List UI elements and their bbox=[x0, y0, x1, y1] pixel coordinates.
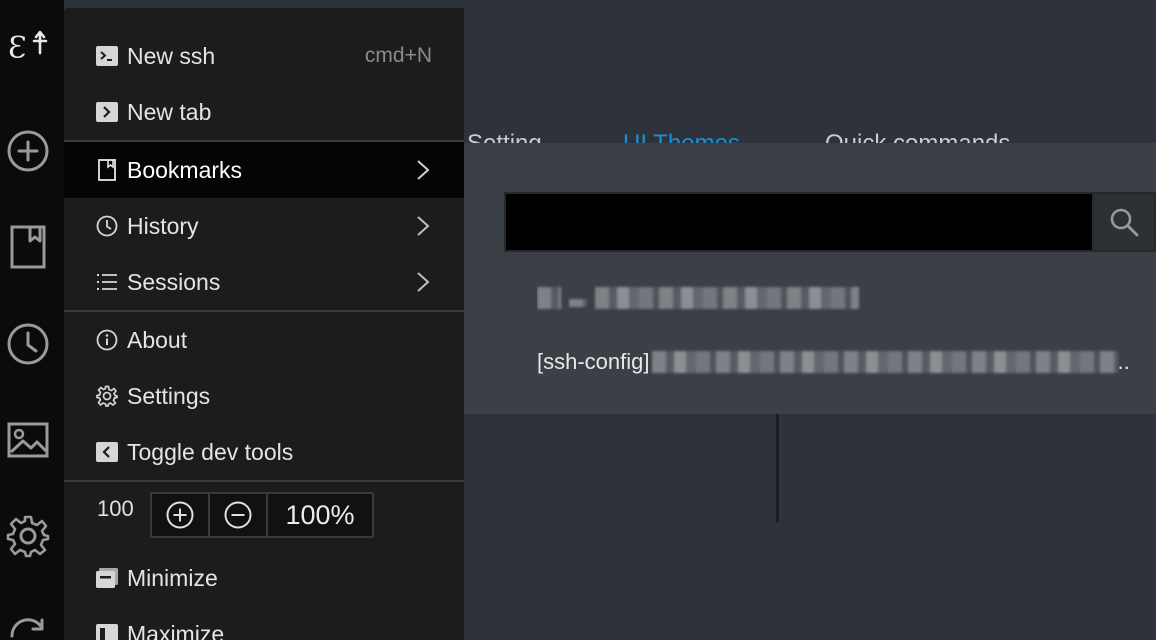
minus-circle-icon bbox=[224, 501, 252, 529]
search-input[interactable] bbox=[504, 192, 1092, 252]
menu-label: History bbox=[127, 212, 199, 239]
add-icon[interactable] bbox=[6, 129, 50, 173]
bookmark-icon bbox=[96, 159, 118, 181]
list-item[interactable]: [ssh-config] .. bbox=[537, 347, 1153, 377]
maximize-window-icon bbox=[96, 623, 118, 640]
menu-label: Toggle dev tools bbox=[127, 438, 294, 465]
shortcut-text: cmd+N bbox=[364, 44, 432, 67]
menu-label: New tab bbox=[127, 98, 212, 125]
vertical-divider bbox=[776, 414, 779, 522]
menu-item-minimize[interactable]: Minimize bbox=[64, 550, 464, 606]
menu-label: Sessions bbox=[127, 268, 221, 295]
zoom-button-group: 100% bbox=[150, 492, 374, 538]
gear-icon bbox=[96, 385, 118, 407]
menu-divider bbox=[64, 480, 464, 482]
sidebar-rail: Ɛ bbox=[0, 0, 64, 640]
menu-item-history[interactable]: History bbox=[64, 198, 464, 254]
menu-label: Maximize bbox=[127, 620, 225, 640]
menu-item-maximize[interactable]: Maximize bbox=[64, 606, 464, 640]
redacted-text bbox=[595, 287, 859, 309]
main-menu: New ssh cmd+N New tab Bookmarks History … bbox=[64, 8, 464, 640]
zoom-control: 100 100% bbox=[64, 490, 464, 542]
search-button[interactable] bbox=[1092, 192, 1156, 252]
list-icon bbox=[96, 271, 118, 293]
zoom-out-button[interactable] bbox=[210, 494, 268, 536]
zoom-label: 100 bbox=[97, 496, 134, 521]
bookmark-search-panel: [ssh-config] .. bbox=[464, 143, 1156, 414]
result-prefix: [ssh-config] bbox=[537, 349, 650, 374]
chevron-right-icon bbox=[417, 272, 430, 292]
redacted-text bbox=[569, 299, 587, 307]
menu-label: Minimize bbox=[127, 564, 218, 591]
sync-icon[interactable] bbox=[6, 612, 50, 640]
menu-label: New ssh bbox=[127, 42, 216, 69]
gear-icon[interactable] bbox=[6, 514, 50, 558]
menu-item-sessions[interactable]: Sessions bbox=[64, 254, 464, 310]
result-ellipsis: .. bbox=[1117, 349, 1130, 374]
clock-icon[interactable] bbox=[6, 322, 50, 366]
search-icon bbox=[1110, 208, 1139, 237]
svg-text:Ɛ: Ɛ bbox=[8, 31, 27, 66]
image-icon[interactable] bbox=[6, 418, 50, 462]
menu-item-new-tab[interactable]: New tab bbox=[64, 84, 464, 140]
chevron-right-icon bbox=[417, 216, 430, 236]
minimize-window-icon bbox=[96, 567, 118, 589]
chevron-left-box-icon bbox=[96, 441, 118, 463]
list-item[interactable] bbox=[537, 283, 897, 313]
terminal-icon bbox=[96, 45, 118, 67]
zoom-in-button[interactable] bbox=[152, 494, 210, 536]
bookmark-icon[interactable] bbox=[6, 225, 50, 269]
menu-label: About bbox=[127, 326, 188, 353]
zoom-reset-button[interactable]: 100% bbox=[268, 494, 372, 536]
menu-item-toggle-dev-tools[interactable]: Toggle dev tools bbox=[64, 424, 464, 480]
info-icon bbox=[96, 329, 118, 351]
tab-arrow-icon bbox=[96, 101, 118, 123]
redacted-text bbox=[651, 351, 1118, 373]
menu-item-settings[interactable]: Settings bbox=[64, 368, 464, 424]
menu-label: Settings bbox=[127, 382, 211, 409]
app-window: Ɛ Setting UI Themes Quick commands [ssh-… bbox=[0, 0, 1156, 640]
clock-icon bbox=[96, 215, 118, 237]
menu-label: Bookmarks bbox=[127, 156, 243, 183]
menu-item-bookmarks[interactable]: Bookmarks bbox=[64, 142, 464, 198]
redacted-text bbox=[537, 287, 561, 309]
logo-icon[interactable]: Ɛ bbox=[6, 25, 50, 69]
menu-item-about[interactable]: About bbox=[64, 312, 464, 368]
plus-circle-icon bbox=[166, 501, 194, 529]
chevron-right-icon bbox=[417, 160, 430, 180]
search-box bbox=[504, 192, 1156, 256]
menu-item-new-ssh[interactable]: New ssh cmd+N bbox=[64, 28, 464, 84]
